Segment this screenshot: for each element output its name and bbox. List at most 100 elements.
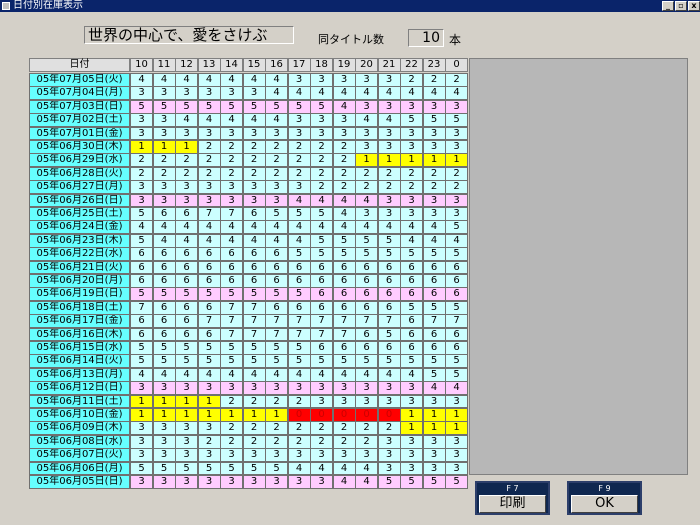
stock-cell: 3: [265, 126, 288, 141]
stock-cell: 3: [310, 394, 333, 409]
stock-cell: 0: [310, 408, 333, 422]
stock-cell: 6: [355, 300, 378, 315]
stock-cell: 2: [265, 394, 288, 409]
close-button[interactable]: x: [688, 1, 700, 11]
stock-cell: 4: [130, 73, 153, 87]
stock-cell: 1: [175, 408, 198, 422]
stock-cell: 4: [265, 220, 288, 235]
empty-panel: [469, 58, 688, 475]
row-date-cell: 05年06月08日(水): [29, 434, 130, 449]
stock-cell: 3: [220, 180, 243, 195]
stock-cell: 4: [175, 73, 198, 87]
stock-cell: 3: [422, 126, 446, 141]
stock-cell: 4: [445, 233, 468, 248]
stock-cell: 3: [422, 394, 446, 409]
stock-cell: 4: [445, 86, 468, 101]
stock-cell: 5: [175, 354, 198, 369]
f7-key-label: F 7: [506, 484, 519, 493]
stock-cell: 4: [152, 220, 176, 235]
print-button-label: 印刷: [479, 495, 546, 513]
stock-cell: 6: [400, 260, 423, 275]
stock-cell: 4: [332, 461, 356, 476]
row-date-cell: 05年06月11日(土): [29, 394, 130, 409]
stock-cell: 4: [332, 207, 356, 221]
stock-cell: 5: [445, 367, 468, 382]
stock-cell: 2: [400, 180, 423, 195]
stock-cell: 7: [242, 300, 266, 315]
stock-cell: 2: [130, 166, 153, 181]
stock-cell: 3: [265, 180, 288, 195]
stock-cell: 3: [445, 448, 468, 463]
stock-cell: 5: [377, 247, 401, 262]
stock-cell: 3: [310, 448, 333, 463]
stock-cell: 4: [175, 233, 198, 248]
stock-cell: 5: [332, 354, 356, 369]
stock-cell: 5: [400, 247, 423, 262]
stock-cell: 5: [130, 461, 153, 476]
stock-cell: 5: [445, 220, 468, 235]
stock-cell: 6: [400, 327, 423, 342]
stock-cell: 6: [220, 260, 243, 275]
stock-cell: 3: [377, 434, 401, 449]
stock-cell: 3: [445, 434, 468, 449]
stock-cell: 1: [152, 408, 176, 422]
stock-cell: 5: [220, 354, 243, 369]
hour-column-header: 22: [400, 58, 423, 72]
stock-cell: 3: [242, 193, 266, 208]
stock-cell: 5: [152, 341, 176, 355]
minimize-button[interactable]: _: [662, 1, 674, 11]
stock-cell: 3: [242, 126, 266, 141]
print-button[interactable]: F 7 印刷: [475, 481, 550, 515]
ok-button[interactable]: F 9 OK: [567, 481, 642, 515]
row-date-cell: 05年06月24日(金): [29, 220, 130, 235]
date-column-header: 日付: [29, 58, 130, 72]
stock-cell: 3: [265, 475, 288, 489]
stock-cell: 3: [377, 99, 401, 114]
stock-cell: 3: [422, 461, 446, 476]
stock-cell: 4: [175, 220, 198, 235]
stock-cell: 5: [130, 99, 153, 114]
stock-cell: 4: [152, 233, 176, 248]
stock-cell: 4: [197, 233, 221, 248]
stock-cell: 4: [355, 86, 378, 101]
stock-cell: 4: [175, 367, 198, 382]
stock-cell: 3: [377, 207, 401, 221]
restore-button[interactable]: ▫: [675, 1, 687, 11]
stock-cell: 3: [197, 86, 221, 101]
stock-cell: 3: [197, 193, 221, 208]
stock-cell: 6: [355, 260, 378, 275]
stock-cell: 4: [242, 233, 266, 248]
stock-cell: 6: [310, 300, 333, 315]
stock-cell: 6: [197, 327, 221, 342]
stock-cell: 2: [377, 421, 401, 436]
stock-cell: 3: [197, 421, 221, 436]
stock-cell: 3: [310, 113, 333, 128]
stock-cell: 6: [130, 247, 153, 262]
stock-cell: 3: [422, 193, 446, 208]
stock-cell: 1: [422, 153, 446, 168]
stock-cell: 4: [377, 220, 401, 235]
stock-cell: 3: [220, 126, 243, 141]
row-date-cell: 05年06月22日(水): [29, 247, 130, 262]
stock-cell: 4: [422, 381, 446, 396]
stock-cell: 4: [355, 113, 378, 128]
stock-cell: 3: [175, 381, 198, 396]
stock-cell: 6: [152, 207, 176, 221]
stock-cell: 5: [287, 354, 311, 369]
stock-cell: 5: [445, 475, 468, 489]
stock-cell: 7: [310, 327, 333, 342]
stock-cell: 2: [287, 434, 311, 449]
stock-cell: 5: [220, 287, 243, 302]
stock-cell: 3: [377, 381, 401, 396]
stock-cell: 2: [332, 166, 356, 181]
stock-cell: 5: [422, 367, 446, 382]
stock-cell: 3: [377, 448, 401, 463]
stock-cell: 5: [265, 461, 288, 476]
stock-cell: 3: [332, 113, 356, 128]
stock-cell: 4: [220, 233, 243, 248]
stock-cell: 5: [197, 99, 221, 114]
stock-cell: 6: [310, 260, 333, 275]
stock-cell: 2: [332, 421, 356, 436]
row-date-cell: 05年06月28日(火): [29, 166, 130, 181]
stock-cell: 4: [265, 73, 288, 87]
